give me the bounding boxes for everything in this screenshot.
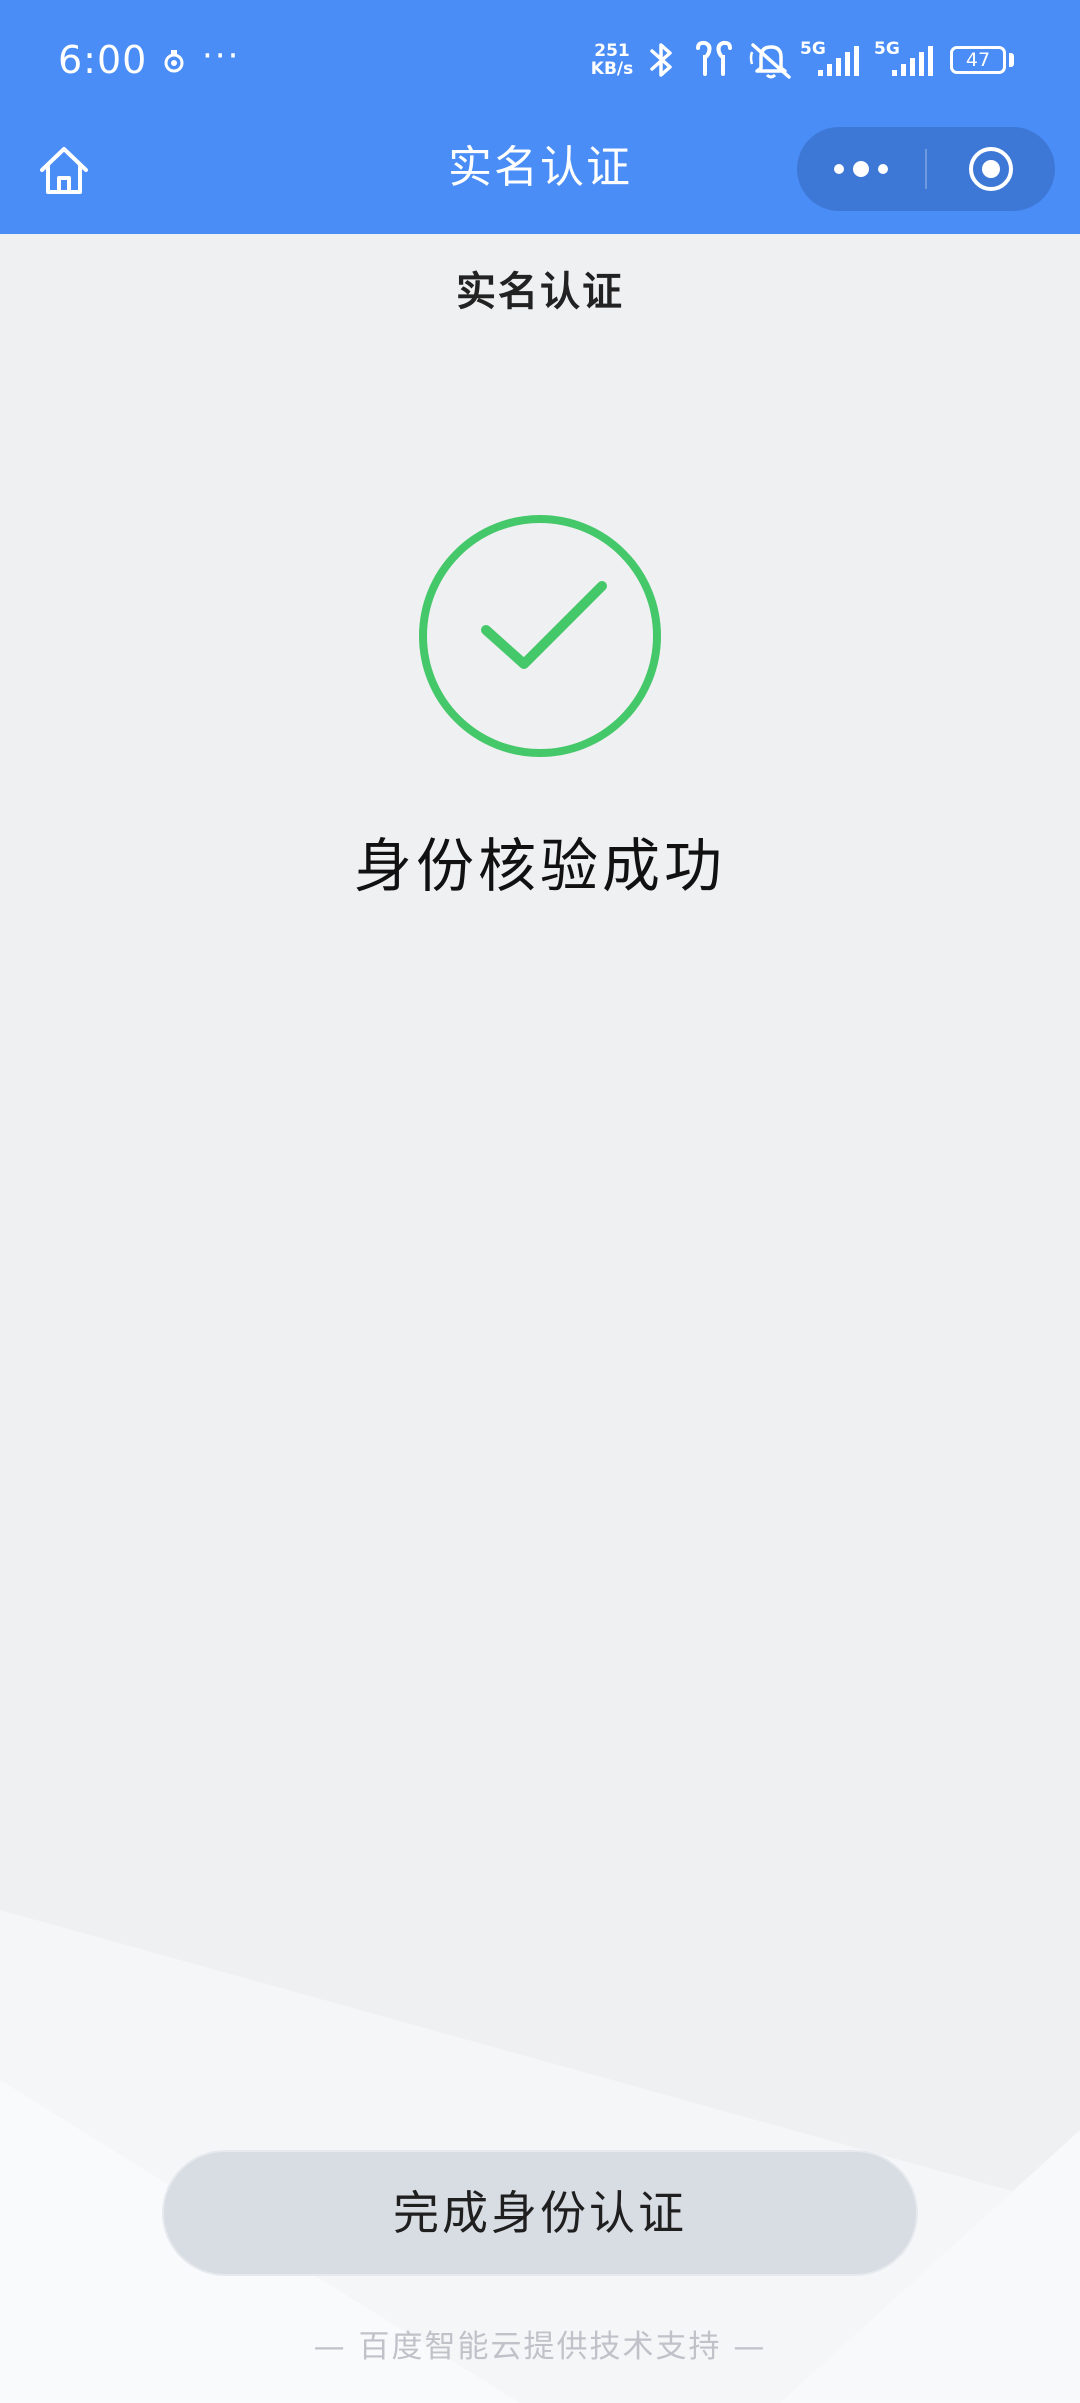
home-icon[interactable] [34,140,94,200]
signal-icon [892,46,933,76]
more-dots-icon[interactable] [797,127,925,211]
signal-icon [818,46,859,76]
net-speed: 251 KB/s [586,42,638,78]
earbuds-icon [696,40,732,76]
mini-program-capsule [797,127,1055,211]
footer-provider-text: — 百度智能云提供技术支持 — [313,2329,767,2365]
target-close-icon[interactable] [927,127,1055,211]
status-time: 6:00 [58,38,148,82]
battery-level: 47 [965,49,991,71]
check-circle-icon [419,515,661,757]
status-bar: 6:00 ··· 251 KB/s 5G 5G 47 [0,0,1080,120]
app-notification-icon [164,50,184,73]
header: 6:00 ··· 251 KB/s 5G 5G 47 实名认证 [0,0,1080,234]
status-overflow: ··· [202,36,241,76]
net-speed-unit: KB/s [590,59,634,79]
muted-bell-icon [749,43,791,79]
page-title: 实名认证 [456,269,624,315]
net-speed-value: 251 [594,41,630,61]
verification-result-text: 身份核验成功 [353,832,726,900]
nav-title: 实名认证 [448,142,632,193]
bluetooth-icon [650,43,672,77]
complete-verification-button[interactable]: 完成身份认证 [162,2150,918,2276]
battery-tip [1009,53,1014,67]
